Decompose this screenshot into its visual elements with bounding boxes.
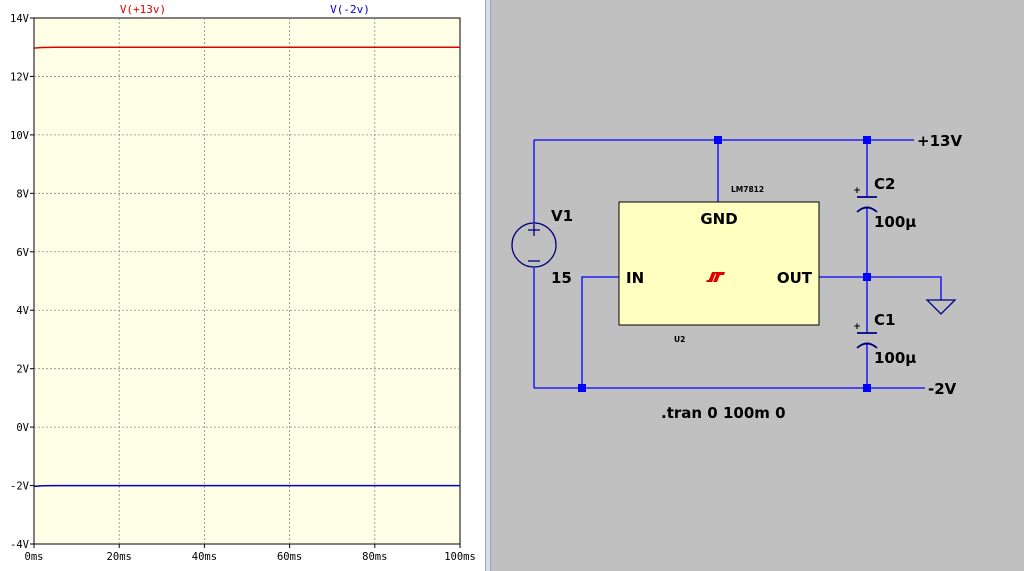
x-tick-label: 80ms bbox=[362, 551, 387, 563]
series-line-1[interactable] bbox=[33, 484, 460, 488]
polarity-plus-icon: + bbox=[853, 186, 861, 196]
c1-name[interactable]: C1 bbox=[874, 311, 895, 329]
junction-dot bbox=[863, 136, 871, 144]
net-label-minus2v[interactable]: -2V bbox=[928, 380, 957, 398]
voltage-source-v1[interactable] bbox=[511, 222, 557, 268]
trace-label-plus13v[interactable]: V(+13v) bbox=[120, 3, 166, 16]
x-tick-label: 40ms bbox=[192, 551, 217, 563]
pin-label-out: OUT bbox=[777, 269, 813, 287]
ground-icon[interactable] bbox=[925, 299, 957, 315]
y-tick-label: 8V bbox=[16, 188, 29, 200]
c1-value[interactable]: 100µ bbox=[874, 349, 916, 367]
c2-name[interactable]: C2 bbox=[874, 175, 895, 193]
schematic-editor[interactable]: V1 15 GND IN OUT LM7812 U2 + C2 100µ + C… bbox=[491, 0, 1024, 571]
regulator-part-name[interactable]: LM7812 bbox=[731, 185, 764, 194]
y-tick-label: 14V bbox=[10, 13, 30, 25]
source-name[interactable]: V1 bbox=[551, 207, 573, 225]
junction-dot bbox=[714, 136, 722, 144]
regulator-u2[interactable]: GND IN OUT bbox=[618, 201, 820, 326]
trace-label-minus2v[interactable]: V(-2v) bbox=[330, 3, 370, 16]
plot-area[interactable] bbox=[33, 17, 461, 545]
waveform-viewer[interactable]: 0ms 20ms 40ms 60ms 80ms 100ms -4V -2V 0V 2V 4V 6V 8V… bbox=[0, 0, 485, 571]
junction-dot bbox=[863, 384, 871, 392]
wire-out-pin[interactable] bbox=[819, 276, 942, 300]
y-tick-label: -2V bbox=[10, 481, 30, 493]
x-tick-label: 100ms bbox=[444, 551, 476, 563]
x-tick-label: 0ms bbox=[25, 551, 44, 563]
waveform-plot[interactable]: 0ms 20ms 40ms 60ms 80ms 100ms -4V -2V 0V 2V 4V 6V 8V… bbox=[0, 0, 485, 571]
wire-in-pin[interactable] bbox=[581, 276, 619, 388]
y-tick-label: 4V bbox=[16, 305, 29, 317]
y-tick-label: 0V bbox=[16, 422, 29, 434]
y-tick-label: 12V bbox=[10, 71, 30, 83]
source-value[interactable]: 15 bbox=[551, 269, 572, 287]
junction-dot bbox=[578, 384, 586, 392]
pin-label-in: IN bbox=[626, 269, 644, 287]
polarity-plus-icon: + bbox=[853, 322, 861, 332]
regulator-ref[interactable]: U2 bbox=[674, 335, 685, 344]
y-tick-label: 10V bbox=[10, 130, 30, 142]
c2-value[interactable]: 100µ bbox=[874, 213, 916, 231]
schematic-canvas[interactable]: V1 15 GND IN OUT LM7812 U2 + C2 100µ + C… bbox=[491, 0, 1024, 571]
y-tick-label: 6V bbox=[16, 247, 29, 259]
junction-dot bbox=[863, 273, 871, 281]
pin-label-gnd: GND bbox=[700, 210, 737, 228]
y-tick-label: 2V bbox=[16, 364, 29, 376]
x-tick-label: 20ms bbox=[107, 551, 132, 563]
x-tick-label: 60ms bbox=[277, 551, 302, 563]
y-tick-label: -4V bbox=[10, 539, 30, 551]
spice-directive[interactable]: .tran 0 100m 0 bbox=[661, 404, 786, 422]
net-label-plus13v[interactable]: +13V bbox=[917, 132, 962, 150]
